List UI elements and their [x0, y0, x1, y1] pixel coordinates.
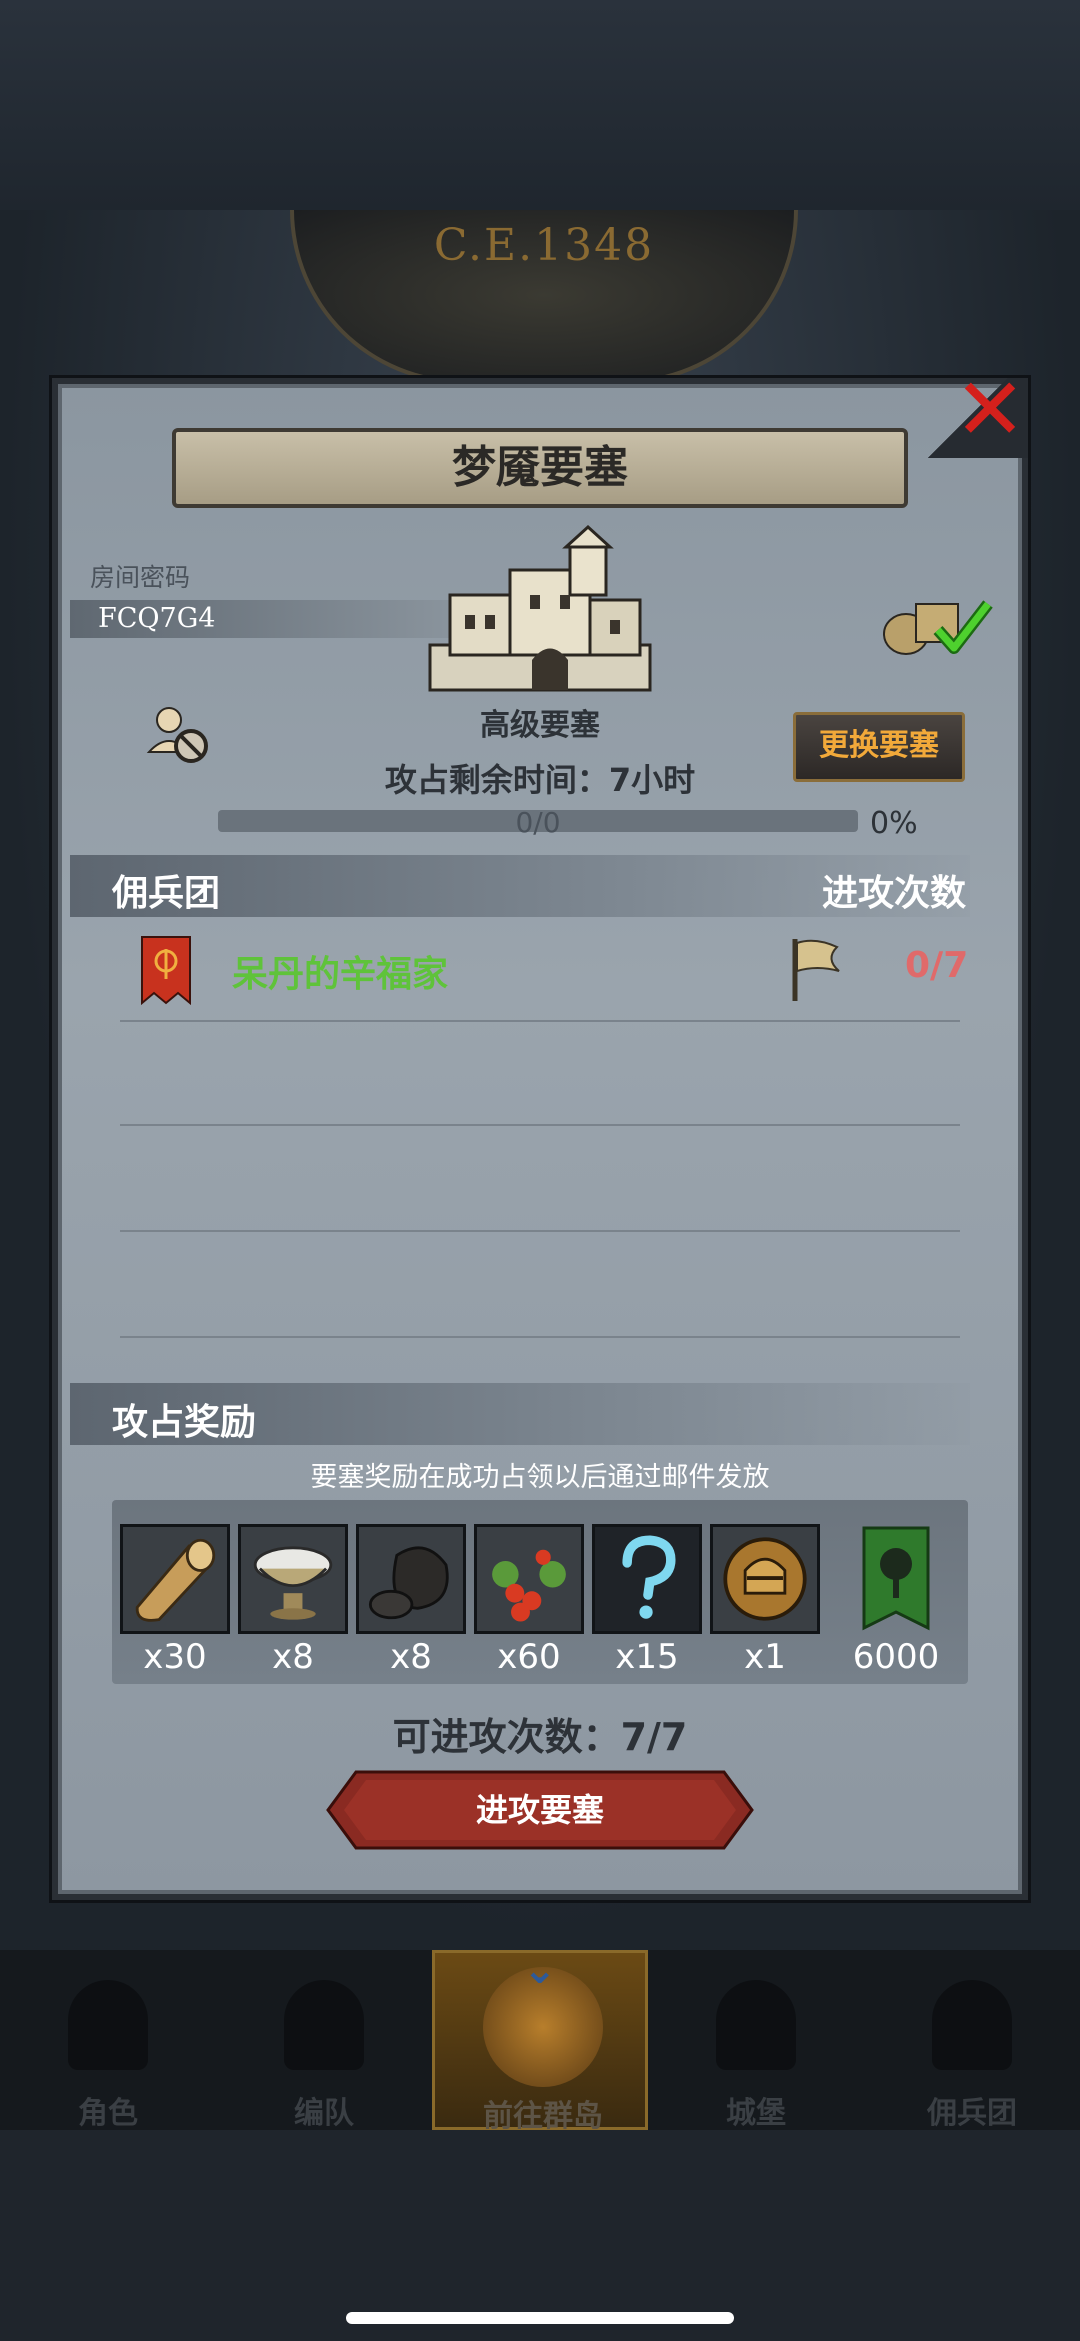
- bottom-backdrop: [0, 2130, 1080, 2341]
- chevron-down-icon: ⌄: [523, 1947, 557, 1993]
- row-divider: [120, 1020, 960, 1022]
- flag-icon: [792, 939, 840, 1001]
- mercenary-attack-count: 0/7: [905, 945, 969, 986]
- nav-mercenary[interactable]: 佣兵团: [864, 1950, 1080, 2131]
- nav-label: 前往群岛: [483, 2099, 603, 2134]
- reward-note: 要塞奖励在成功占领以后通过邮件发放: [310, 1462, 770, 1493]
- berries-icon: [477, 1527, 581, 1631]
- era-year: C.E.1348: [433, 220, 655, 271]
- attack-button-label: 进攻要塞: [475, 1791, 604, 1829]
- loot-claimed-icon[interactable]: [878, 590, 998, 660]
- row-divider: [120, 1124, 960, 1126]
- change-fortress-button[interactable]: 更换要塞: [793, 712, 965, 782]
- reward-silver-bowl[interactable]: [238, 1524, 348, 1634]
- wood-log-icon: [123, 1527, 227, 1631]
- mercenary-icon: [932, 1980, 1012, 2070]
- home-indicator[interactable]: [346, 2312, 734, 2324]
- knight-helmet-icon: [713, 1527, 817, 1631]
- progress-text: 0/0: [515, 806, 561, 839]
- nav-formation[interactable]: 编队: [216, 1950, 432, 2131]
- mystery-question-icon: [595, 1527, 699, 1631]
- reward-qty: x1: [744, 1637, 786, 1677]
- ore-icon: [359, 1527, 463, 1631]
- nav-character[interactable]: 角色: [0, 1950, 216, 2131]
- character-icon: [68, 1980, 148, 2070]
- room-label: 房间密码: [90, 563, 191, 592]
- reward-ore[interactable]: [356, 1524, 466, 1634]
- fortress-icon: [428, 525, 652, 692]
- reward-qty: 6000: [852, 1637, 940, 1677]
- attack-fortress-button[interactable]: 进攻要塞: [326, 1770, 754, 1850]
- close-icon[interactable]: ✕: [950, 367, 1030, 453]
- nav-label: 角色: [78, 2096, 138, 2131]
- nav-label: 佣兵团: [927, 2096, 1017, 2131]
- row-divider: [120, 1230, 960, 1232]
- nav-label: 城堡: [726, 2096, 786, 2131]
- dialog-title: 梦魇要塞: [452, 442, 628, 493]
- row-divider: [120, 1336, 960, 1338]
- guild-banner-icon: [862, 1526, 930, 1631]
- reward-mystery[interactable]: [592, 1524, 702, 1634]
- nav-islands[interactable]: ⌄ 前往群岛: [432, 1947, 648, 2134]
- mercenary-banner-icon: [141, 936, 191, 1005]
- title-plate: 梦魇要塞: [172, 428, 908, 508]
- formation-icon: [284, 1980, 364, 2070]
- mercenary-section-title: 佣兵团: [112, 873, 221, 914]
- rewards-section-title: 攻占奖励: [112, 1402, 257, 1443]
- progress-percent: 0%: [870, 806, 918, 841]
- silver-bowl-icon: [241, 1527, 345, 1631]
- top-backdrop: [0, 0, 1080, 210]
- reward-berries[interactable]: [474, 1524, 584, 1634]
- attacks-available: 可进攻次数：7/7: [392, 1715, 688, 1759]
- nav-label: 编队: [294, 2096, 354, 2131]
- attack-count-header: 进攻次数: [822, 873, 967, 914]
- nav-castle[interactable]: 城堡: [648, 1950, 864, 2131]
- hidden-user-icon[interactable]: [145, 700, 215, 770]
- mercenary-name[interactable]: 呆丹的辛福家: [232, 945, 448, 997]
- reward-wood-log[interactable]: [120, 1524, 230, 1634]
- reward-helmet[interactable]: [710, 1524, 820, 1634]
- bottom-nav: 角色 编队 ⌄ 前往群岛 城堡 佣兵团: [0, 1947, 1080, 2134]
- room-code[interactable]: FCQ7G4: [98, 603, 215, 634]
- castle-icon: [716, 1980, 796, 2070]
